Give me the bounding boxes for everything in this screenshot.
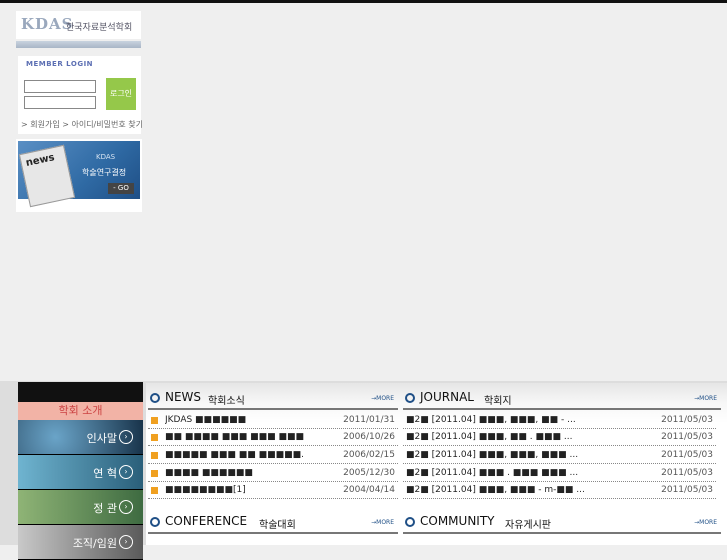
news-row[interactable]: ■■ ■■■■ ■■■ ■■■ ■■■ 2006/10/26: [148, 431, 398, 446]
community-section-header: COMMUNITY 자유게시판 →MORE: [401, 510, 721, 534]
arrow-bullet-icon: [151, 470, 158, 477]
community-more-link[interactable]: →MORE: [694, 519, 717, 526]
about-menu: 학회 소개 인사말 › 연 혁 › 정 관 › 조직/임원 ›: [18, 382, 143, 560]
news-title: NEWS: [165, 390, 202, 404]
journal-row-date: 2011/05/03: [661, 415, 713, 425]
journal-more-link[interactable]: →MORE: [694, 395, 717, 402]
menu-item-greeting[interactable]: 인사말 ›: [18, 420, 143, 455]
menu-item-bylaws[interactable]: 정 관 ›: [18, 490, 143, 525]
research-banner[interactable]: news KDAS 학술연구결정 - GO: [16, 139, 142, 212]
circle-bullet-icon: [150, 393, 160, 403]
circle-bullet-icon: [405, 517, 415, 527]
news-row-date: 2006/10/26: [343, 432, 395, 442]
news-row-title: ■■■■ ■■■■■■: [165, 468, 253, 478]
conference-section-header: CONFERENCE 학술대회 →MORE: [146, 510, 398, 534]
banner-line2: 학술연구결정: [82, 168, 127, 177]
news-row-title: ■■■■■ ■■■ ■■ ■■■■■.: [165, 450, 304, 460]
divider: [403, 408, 721, 410]
news-row-title: ■■ ■■■■ ■■■ ■■■ ■■■: [165, 432, 304, 442]
journal-row-date: 2011/05/03: [661, 450, 713, 460]
journal-row[interactable]: ■2■ [2011.04] ■■■, ■■ . ■■■ ... 2011/05/…: [403, 431, 716, 446]
journal-row-date: 2011/05/03: [661, 432, 713, 442]
logo-name: 한국자료분석학회: [66, 23, 133, 33]
chevron-right-icon: ›: [119, 535, 133, 549]
login-links: > 회원가입 > 아이디/비밀번호 찾기: [21, 119, 143, 130]
banner-line1: KDAS: [96, 153, 116, 161]
news-row[interactable]: ■■■■■ ■■■ ■■ ■■■■■. 2006/02/15: [148, 449, 398, 464]
news-row-date: 2005/12/30: [343, 468, 395, 478]
password-input[interactable]: [24, 96, 96, 109]
find-account-link[interactable]: > 아이디/비밀번호 찾기: [62, 120, 143, 129]
menu-top: [18, 382, 143, 402]
journal-subtitle: 학회지: [484, 396, 512, 407]
journal-row-date: 2011/05/03: [661, 485, 713, 495]
chevron-right-icon: ›: [119, 465, 133, 479]
arrow-bullet-icon: [151, 487, 158, 494]
journal-row[interactable]: ■2■ [2011.04] ■■■, ■■■, ■■ - ... 2011/05…: [403, 414, 716, 429]
conference-subtitle: 학술대회: [259, 520, 296, 531]
menu-item-label: 정 관: [93, 502, 117, 515]
journal-row-title: ■2■ [2011.04] ■■■, ■■■, ■■ - ...: [406, 415, 576, 425]
chevron-right-icon: ›: [119, 500, 133, 514]
community-title: COMMUNITY: [420, 514, 495, 528]
menu-item-label: 인사말: [86, 432, 117, 445]
circle-bullet-icon: [405, 393, 415, 403]
site-logo[interactable]: KDAS 한국자료분석학회: [16, 11, 141, 39]
conference-more-link[interactable]: →MORE: [371, 519, 394, 526]
news-row[interactable]: ■■■■ ■■■■■■ 2005/12/30: [148, 467, 398, 482]
login-button[interactable]: 로그인: [106, 78, 136, 110]
news-row-date: 2006/02/15: [343, 450, 395, 460]
login-title: MEMBER LOGIN: [26, 60, 94, 68]
journal-row-title: ■2■ [2011.04] ■■■ . ■■■ ■■■ ...: [406, 468, 579, 478]
user-id-input[interactable]: [24, 80, 96, 93]
news-more-link[interactable]: →MORE: [371, 395, 394, 402]
news-row-date: 2004/04/14: [343, 485, 395, 495]
journal-title: JOURNAL: [420, 390, 474, 404]
news-row[interactable]: ■■■■■■■■[1] 2004/04/14: [148, 484, 398, 499]
journal-row[interactable]: ■2■ [2011.04] ■■■, ■■■ - m-■■ ... 2011/0…: [403, 484, 716, 499]
journal-row[interactable]: ■2■ [2011.04] ■■■ . ■■■ ■■■ ... 2011/05/…: [403, 467, 716, 482]
journal-row-title: ■2■ [2011.04] ■■■, ■■■ - m-■■ ...: [406, 485, 585, 495]
menu-heading: 학회 소개: [18, 402, 143, 420]
menu-item-history[interactable]: 연 혁 ›: [18, 455, 143, 490]
menu-item-label: 연 혁: [93, 467, 117, 480]
join-link[interactable]: > 회원가입: [21, 120, 60, 129]
menu-item-label: 조직/임원: [72, 537, 117, 550]
newspaper-label: news: [24, 152, 56, 169]
divider: [148, 408, 398, 410]
journal-row[interactable]: ■2■ [2011.04] ■■■, ■■■, ■■■ ... 2011/05/…: [403, 449, 716, 464]
news-row-title: ■■■■■■■■[1]: [165, 485, 246, 495]
chevron-right-icon: ›: [119, 430, 133, 444]
menu-item-organization[interactable]: 조직/임원 ›: [18, 525, 143, 560]
logo-stripe: [16, 41, 141, 48]
circle-bullet-icon: [150, 517, 160, 527]
arrow-bullet-icon: [151, 452, 158, 459]
community-subtitle: 자유게시판: [505, 520, 551, 531]
conference-title: CONFERENCE: [165, 514, 248, 528]
main-content: NEWS 학회소식 →MORE JKDAS ■■■■■■ 2011/01/31 …: [146, 383, 727, 545]
top-bar: [0, 0, 727, 3]
login-box: MEMBER LOGIN 로그인 > 회원가입 > 아이디/비밀번호 찾기: [18, 56, 143, 134]
journal-row-date: 2011/05/03: [661, 468, 713, 478]
divider: [148, 532, 398, 534]
journal-row-title: ■2■ [2011.04] ■■■, ■■ . ■■■ ...: [406, 432, 573, 442]
arrow-bullet-icon: [151, 417, 158, 424]
news-row[interactable]: JKDAS ■■■■■■ 2011/01/31: [148, 414, 398, 429]
journal-section-header: JOURNAL 학회지 →MORE: [401, 386, 721, 410]
news-row-title: JKDAS ■■■■■■: [165, 415, 247, 425]
arrow-bullet-icon: [151, 434, 158, 441]
banner-go-button[interactable]: - GO: [108, 183, 134, 194]
news-row-date: 2011/01/31: [343, 415, 395, 425]
news-section-header: NEWS 학회소식 →MORE: [146, 386, 398, 410]
news-subtitle: 학회소식: [208, 396, 245, 407]
journal-row-title: ■2■ [2011.04] ■■■, ■■■, ■■■ ...: [406, 450, 579, 460]
divider: [403, 532, 721, 534]
